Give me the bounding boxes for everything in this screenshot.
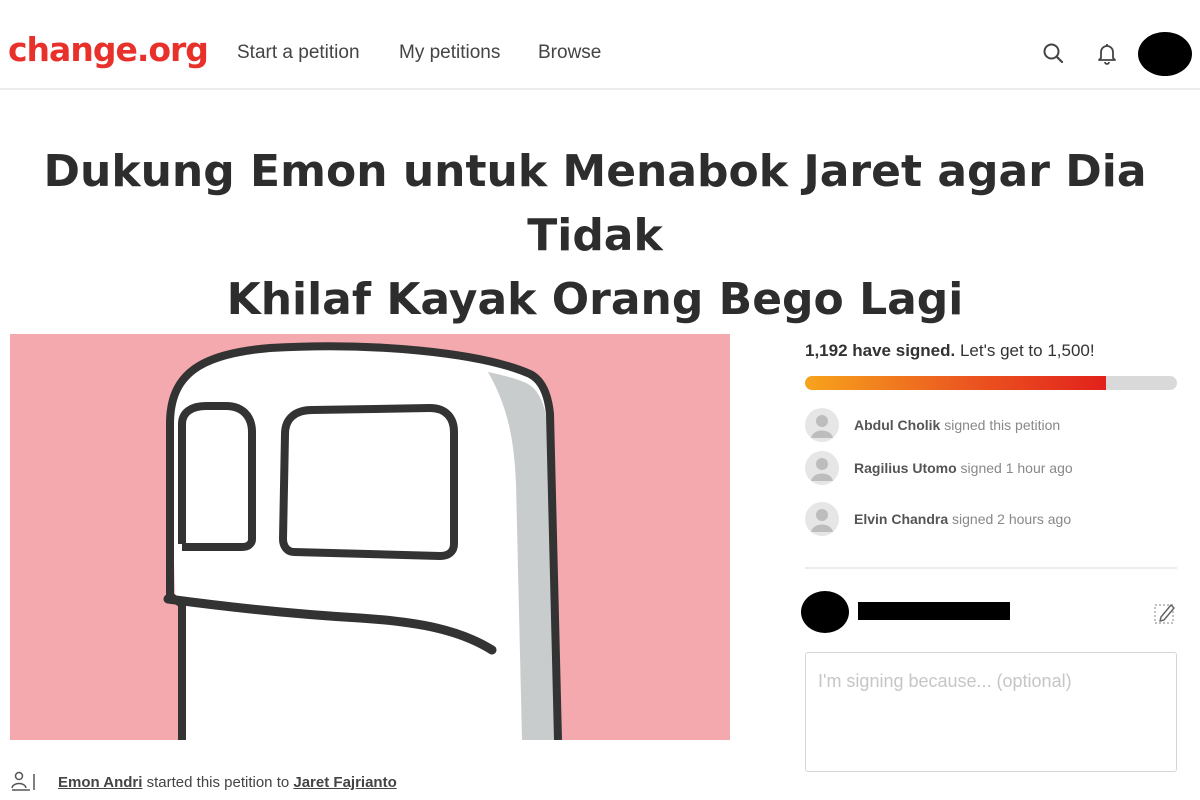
bell-icon[interactable] — [1093, 40, 1121, 68]
nav-browse[interactable]: Browse — [538, 42, 601, 64]
signer-name: Abdul Cholik — [854, 417, 941, 433]
petition-starter-line: Emon Andri started this petition to Jare… — [10, 770, 397, 796]
person-icon — [805, 502, 839, 536]
nav-my-petitions[interactable]: My petitions — [399, 42, 500, 64]
signer-action: signed 2 hours ago — [948, 511, 1072, 527]
person-icon — [805, 408, 839, 442]
signer-action: signed this petition — [940, 417, 1061, 433]
petition-title: Dukung Emon untuk Menabok Jaret agar Dia… — [0, 140, 1190, 332]
signed-count-text: 1,192 have signed. — [805, 341, 956, 360]
signer-name: Ragilius Utomo — [854, 460, 957, 476]
starter-middle-text: started this petition to — [142, 773, 294, 791]
recent-signer: Elvin Chandra signed 2 hours ago — [805, 502, 1185, 538]
cartoon-character-illustration — [163, 342, 562, 740]
signer-avatar — [801, 591, 849, 633]
person-icon — [805, 451, 839, 485]
section-divider — [805, 567, 1177, 569]
recent-signer: Ragilius Utomo signed 1 hour ago — [805, 451, 1185, 487]
petition-title-line-2: Khilaf Kayak Orang Bego Lagi — [226, 274, 964, 325]
petition-image — [10, 334, 730, 740]
signer-action: signed 1 hour ago — [956, 460, 1073, 476]
top-navigation-bar: change.org Start a petition My petitions… — [0, 0, 1200, 90]
petition-title-line-1: Dukung Emon untuk Menabok Jaret agar Dia… — [43, 146, 1147, 261]
edit-icon[interactable] — [1153, 601, 1177, 625]
starter-name-link[interactable]: Emon Andri — [58, 774, 142, 791]
target-name-link[interactable]: Jaret Fajrianto — [293, 774, 396, 791]
user-avatar-icon[interactable] — [1138, 32, 1192, 76]
signer-name-redacted — [858, 602, 1010, 620]
search-icon[interactable] — [1040, 40, 1068, 68]
nav-start-petition[interactable]: Start a petition — [237, 42, 360, 64]
signature-goal-text: Let's get to 1,500! — [955, 341, 1095, 360]
change-org-logo[interactable]: change.org — [8, 30, 209, 69]
petition-starter-icon — [10, 770, 36, 796]
signing-reason-input[interactable] — [805, 652, 1177, 772]
recent-signer: Abdul Cholik signed this petition — [805, 408, 1185, 444]
signature-progress-bar — [805, 376, 1177, 390]
signer-name: Elvin Chandra — [854, 511, 949, 527]
signature-count: 1,192 have signed. Let's get to 1,500! — [805, 341, 1095, 361]
signature-progress-fill — [805, 376, 1107, 390]
